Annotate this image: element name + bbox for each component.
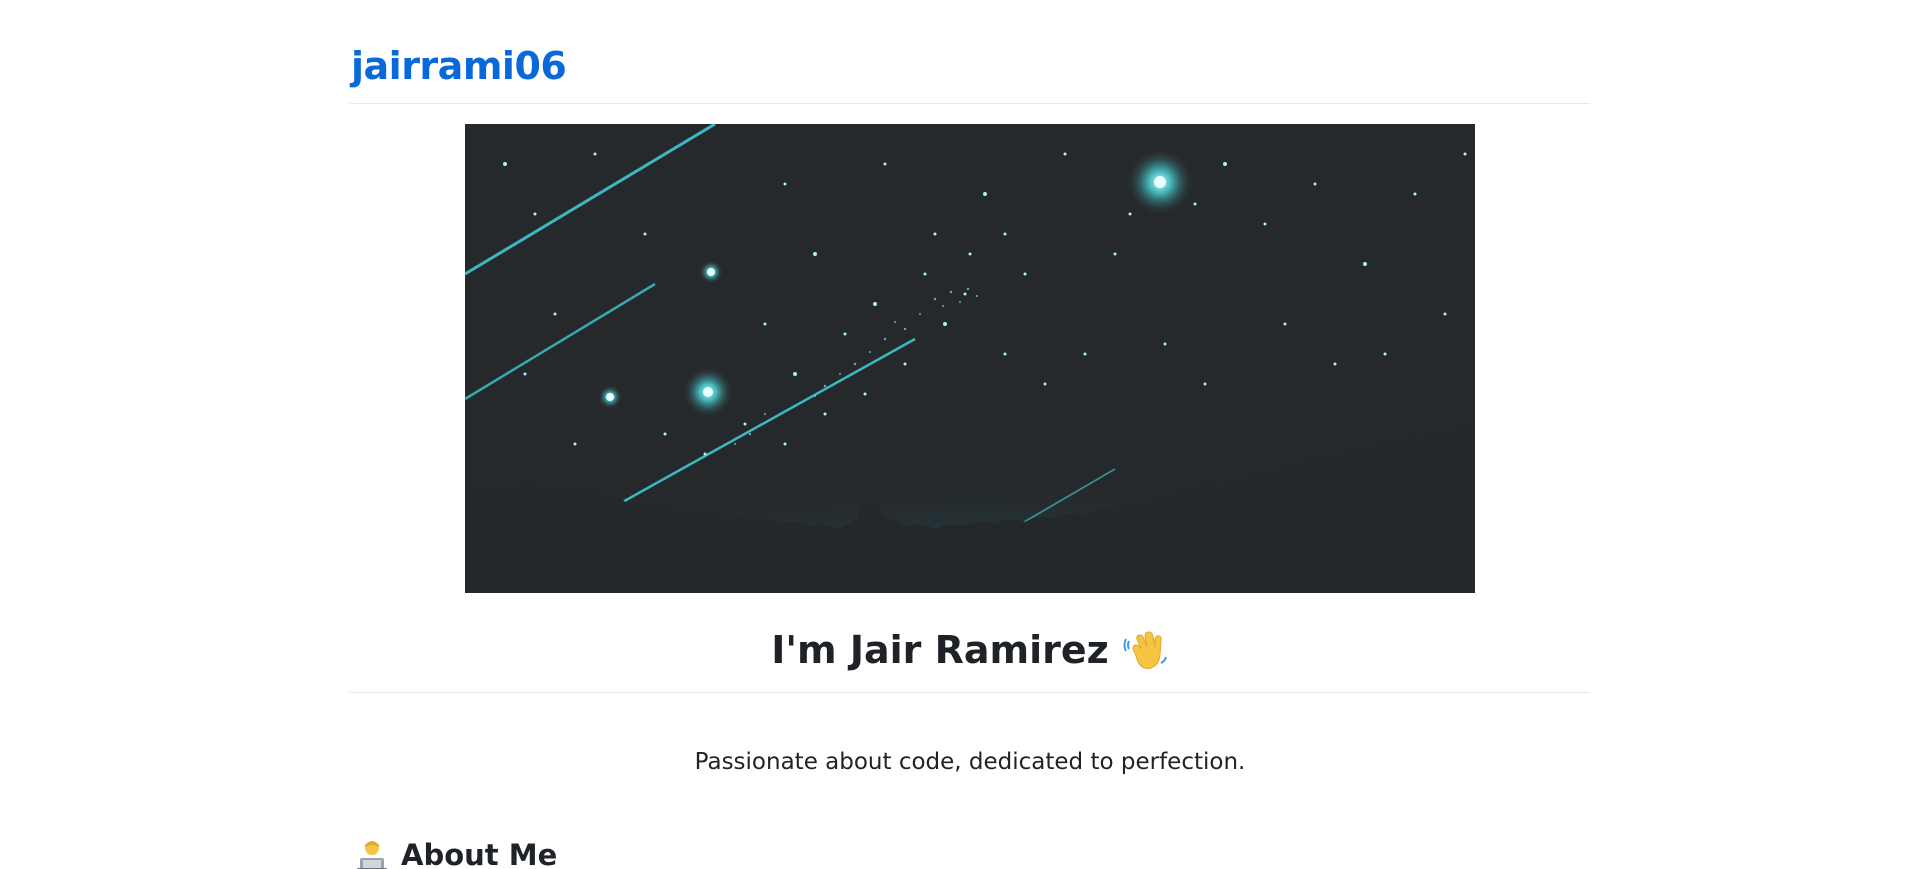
hero-heading-container: I'm Jair Ramirez xyxy=(350,620,1590,693)
readme-page: jairrami06 I'm Jair Ramirez Passionate a… xyxy=(0,0,1920,869)
waving-hand-icon xyxy=(1123,627,1169,673)
hero-title: I'm Jair Ramirez xyxy=(771,628,1109,672)
night-sky-banner xyxy=(465,124,1475,593)
repo-header: jairrami06 xyxy=(350,0,1590,104)
hero-heading: I'm Jair Ramirez xyxy=(771,620,1169,680)
readme-container: jairrami06 I'm Jair Ramirez Passionate a… xyxy=(350,0,1590,869)
repo-name-link[interactable]: jairrami06 xyxy=(351,44,567,88)
tagline: Passionate about code, dedicated to perf… xyxy=(694,749,1246,775)
technologist-icon xyxy=(355,838,389,869)
about-me-heading: About Me xyxy=(355,837,557,869)
about-me-label: About Me xyxy=(401,838,558,869)
banner-illustration xyxy=(465,124,1475,593)
